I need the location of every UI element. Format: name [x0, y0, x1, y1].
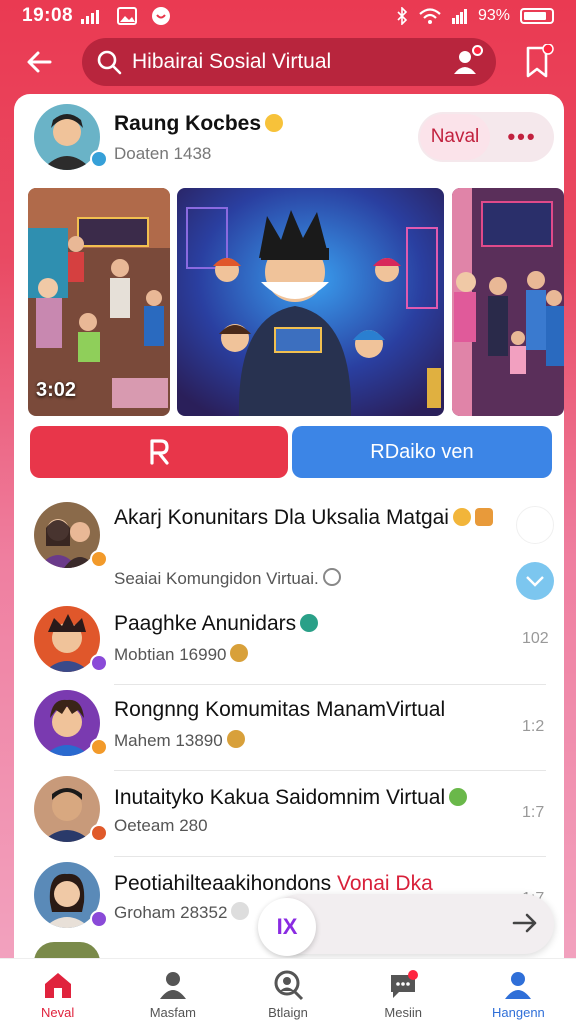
profile-header: Raung Kocbes Doaten 1438 Naval •••	[14, 94, 564, 182]
primary-action-button[interactable]: R	[30, 426, 288, 478]
more-options-button[interactable]: •••	[490, 124, 554, 150]
status-badge	[90, 550, 108, 568]
chat-bubble-icon	[152, 7, 171, 25]
list-item-title: Inutaityko Kakua Saidomnim Virtual	[114, 784, 468, 812]
media-item-party[interactable]: 3:02	[28, 188, 170, 416]
list-item[interactable]: Inutaityko Kakua Saidomnim Virtual Oetea…	[14, 774, 564, 858]
send-button[interactable]	[510, 908, 540, 938]
list-item-time: 1:2	[522, 718, 545, 735]
nav-label: Btlaign	[268, 1005, 308, 1020]
list-item-title: Akarj Konunitars Dla Uksalia Matgai	[114, 504, 494, 532]
list-item-title: Rongnng Komumitas ManamVirtual	[114, 698, 446, 721]
list-item-subtitle: Mahem 13890	[114, 730, 245, 751]
profile-actions: Naval •••	[418, 112, 554, 162]
list-item-subtitle: Seaiai Komungidon Virtuai.	[114, 568, 341, 589]
divider	[114, 684, 546, 685]
notification-dot	[472, 45, 483, 56]
list-item[interactable]: Akarj Konunitars Dla Uksalia Matgai Seai…	[14, 498, 564, 600]
battery-icon	[520, 8, 554, 24]
check-icon	[449, 788, 468, 806]
message-icon	[391, 970, 419, 998]
nav-label: Neval	[40, 1005, 75, 1020]
battery-percent: 93%	[477, 7, 510, 24]
list-item[interactable]: Paaghke Anunidars Mobtian 16990 102	[14, 602, 564, 686]
arrow-left-icon	[27, 51, 52, 73]
follow-button[interactable]: Naval	[420, 114, 490, 160]
arrow-right-icon	[512, 913, 537, 933]
list-item-subtitle: Oeteam 280	[114, 816, 208, 835]
search-people-icon	[274, 970, 304, 1001]
status-bar: 19:08 93%	[0, 0, 576, 32]
search-text: Hibairai Sosial Virtual	[132, 50, 332, 73]
media-item-featured[interactable]	[177, 188, 444, 416]
image-icon	[117, 7, 138, 25]
nav-item-home[interactable]: Neval	[0, 959, 115, 1024]
bluetooth-icon	[397, 7, 408, 25]
status-time: 19:08	[22, 5, 74, 26]
profile-icon	[505, 972, 532, 999]
pencil-icon	[230, 644, 249, 662]
media-item-arcade[interactable]	[452, 188, 564, 416]
divider	[114, 856, 546, 857]
reaction-icon[interactable]	[516, 506, 554, 544]
gift-icon	[474, 508, 493, 526]
bookmark-icon	[526, 43, 554, 78]
video-duration: 3:02	[36, 379, 77, 401]
nav-label: Mesiin	[384, 1005, 422, 1020]
emoji-icon	[452, 508, 471, 526]
nav-label: Masfam	[149, 1005, 196, 1020]
media-carousel: 3:02	[14, 188, 564, 418]
share-icon[interactable]	[516, 562, 554, 600]
bookmark-r-icon	[150, 439, 169, 465]
compose-fab-button[interactable]: IX	[258, 898, 316, 956]
nav-label: Hangenn	[492, 1005, 545, 1020]
list-item[interactable]: Rongnng Komumitas ManamVirtual Mahem 138…	[14, 688, 564, 772]
list-item-title: Paaghke Anunidars	[114, 610, 319, 638]
wifi-icon	[419, 8, 441, 24]
list-item-subtitle: Mobtian 16990	[114, 644, 249, 665]
status-badge	[90, 910, 108, 928]
clock-icon	[322, 568, 341, 586]
search-bar[interactable]: Hibairai Sosial Virtual	[82, 38, 496, 86]
cell-signal-icon	[451, 9, 467, 24]
status-badge	[90, 654, 108, 672]
status-badge	[90, 738, 108, 756]
main-card: Raung Kocbes Doaten 1438 Naval ••• 3:02	[14, 94, 564, 1024]
bookmark-button[interactable]	[522, 43, 554, 80]
emoji-icon	[231, 902, 250, 920]
status-badge	[90, 824, 108, 842]
profile-name: Raung Kocbes	[114, 112, 284, 136]
nav-item-profile[interactable]: Hangenn	[461, 959, 576, 1024]
search-icon	[97, 50, 122, 75]
profile-subtitle: Doaten 1438	[114, 144, 212, 163]
bottom-navigation: Neval Masfam Btlaign Mesiin Hangenn	[0, 958, 576, 1024]
divider	[114, 770, 546, 771]
smile-emoji-icon	[265, 114, 284, 132]
leaf-icon	[300, 614, 319, 632]
pencil-icon	[226, 730, 245, 748]
back-button[interactable]	[20, 42, 60, 82]
secondary-action-button[interactable]: RDaiko ven	[292, 426, 552, 478]
verified-badge	[90, 150, 108, 168]
account-button[interactable]	[452, 45, 483, 77]
list-item-time: 1:7	[522, 804, 545, 821]
list-item-time: 102	[522, 630, 549, 647]
signal-bars-icon	[81, 10, 100, 24]
home-icon	[44, 973, 71, 998]
list-item-subtitle: Groham 28352	[114, 902, 250, 923]
nav-item-explore[interactable]: Btlaign	[230, 959, 345, 1024]
top-bar: Hibairai Sosial Virtual	[0, 34, 576, 90]
person-icon	[159, 972, 186, 999]
nav-item-messages[interactable]: Mesiin	[346, 959, 461, 1024]
nav-item-friends[interactable]: Masfam	[115, 959, 230, 1024]
